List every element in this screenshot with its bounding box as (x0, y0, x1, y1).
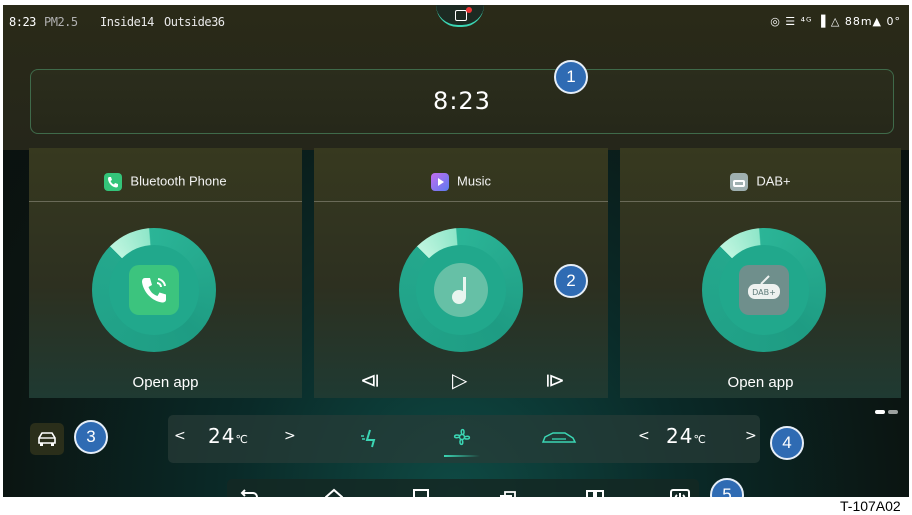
card-header: Music (314, 173, 608, 191)
previous-track-button[interactable]: ⧏ (360, 368, 380, 392)
card-title: Music (457, 173, 491, 189)
next-track-button[interactable]: ⧐ (545, 368, 565, 392)
split-screen-button[interactable] (582, 485, 608, 497)
status-outside-temp: Outside36 (164, 15, 225, 29)
phone-app-icon (129, 265, 179, 315)
card-header: DAB+ (620, 173, 901, 191)
music-disc-icon (434, 263, 488, 317)
left-temp-down-button[interactable]: < (174, 428, 186, 444)
open-app-link[interactable]: Open app (29, 374, 302, 391)
status-inside-temp: Inside14 (100, 15, 154, 29)
navigation-bar (227, 479, 699, 497)
right-temp-down-button[interactable]: < (638, 428, 650, 444)
home-button[interactable] (321, 485, 347, 497)
screen: 8:23 PM2.5 Inside14 Outside36 ◎ ☰ ⁴ᴳ ▐ △… (3, 5, 909, 497)
card-title: DAB+ (756, 173, 791, 189)
notification-pull-tab[interactable] (436, 5, 484, 27)
divider (620, 201, 901, 202)
bluetooth-phone-card[interactable]: Bluetooth Phone Open app (29, 148, 302, 398)
play-button[interactable]: ▷ (452, 368, 467, 392)
card-header: Bluetooth Phone (29, 173, 302, 191)
status-time: 8:23 (9, 15, 36, 29)
callout-badge-3: 3 (74, 420, 108, 454)
temp-unit: ℃ (235, 433, 249, 446)
status-icons: ◎ ☰ ⁴ᴳ ▐ △ 88m▲ 0° (770, 15, 901, 28)
notification-dot (466, 7, 472, 13)
multiwindow-button[interactable] (495, 485, 521, 497)
power-icon (670, 489, 690, 497)
right-temp: 24℃ (666, 424, 707, 448)
music-orb[interactable] (399, 228, 523, 352)
climate-bar: < 24℃ > < 24℃ > (168, 415, 760, 463)
recents-icon (413, 489, 429, 497)
card-title: Bluetooth Phone (130, 173, 227, 189)
car-icon (38, 432, 56, 446)
home-icon (325, 488, 343, 497)
page-dot-active (875, 410, 885, 414)
back-button[interactable] (234, 485, 260, 497)
left-temp: 24℃ (208, 424, 249, 448)
open-app-link[interactable]: Open app (620, 374, 901, 391)
vehicle-settings-button[interactable] (30, 423, 64, 455)
split-icon (586, 490, 604, 497)
status-pm25: PM2.5 (44, 15, 78, 29)
multiwindow-icon (500, 491, 516, 497)
figure-code: T-107A02 (840, 498, 901, 514)
phone-icon (104, 173, 123, 191)
recents-button[interactable] (408, 485, 434, 497)
fan-level-indicator (444, 455, 480, 457)
page-indicator[interactable] (875, 410, 903, 414)
dab-orb-label: DAB+ (752, 288, 776, 297)
left-temp-up-button[interactable]: > (284, 428, 296, 444)
temp-unit: ℃ (693, 433, 707, 446)
right-temp-up-button[interactable]: > (745, 428, 757, 444)
seat-airflow-icon[interactable] (358, 427, 380, 449)
back-icon (240, 489, 258, 497)
divider (29, 201, 302, 202)
callout-badge-4: 4 (770, 426, 804, 460)
bluetooth-phone-orb[interactable] (92, 228, 216, 352)
left-temp-value: 24 (208, 424, 236, 448)
power-button[interactable] (667, 485, 693, 497)
recirculation-car-icon[interactable] (540, 429, 578, 447)
top-panel: 8:23 PM2.5 Inside14 Outside36 ◎ ☰ ⁴ᴳ ▐ △… (3, 5, 909, 150)
clock-widget[interactable]: 8:23 (30, 69, 894, 134)
notification-icon (455, 10, 467, 21)
clock-time: 8:23 (433, 87, 491, 115)
dab-orb[interactable]: DAB+ (702, 228, 826, 352)
callout-badge-1: 1 (554, 60, 588, 94)
divider (314, 201, 608, 202)
page-dot (888, 410, 898, 414)
callout-badge-2: 2 (554, 264, 588, 298)
dab-card[interactable]: DAB+ DAB+ Open app (620, 148, 901, 398)
dab-radio-app-icon: DAB+ (739, 265, 789, 315)
callout-badge-5: 5 (710, 478, 744, 497)
fan-icon[interactable] (450, 425, 474, 449)
right-temp-value: 24 (666, 424, 694, 448)
music-icon (431, 173, 450, 191)
radio-icon (730, 173, 749, 191)
